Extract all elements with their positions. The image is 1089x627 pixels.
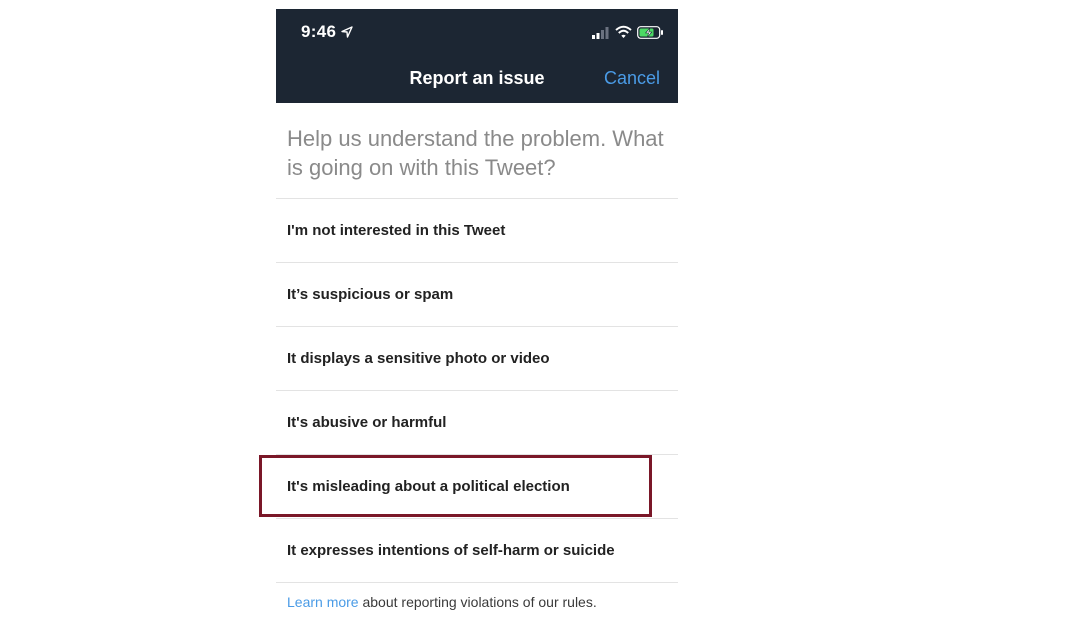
report-option-label: It’s suspicious or spam	[287, 286, 454, 303]
question-prompt: Help us understand the problem. What is …	[287, 126, 664, 180]
status-time: 9:46	[301, 22, 337, 41]
footer-text: about reporting violations of our rules.	[358, 594, 597, 610]
report-screen: 9:46 Report an issue Cancel Help us unde…	[276, 9, 678, 627]
report-option-spam[interactable]: It’s suspicious or spam	[276, 263, 678, 326]
highlight-box	[259, 455, 652, 517]
report-option-label: I'm not interested in this Tweet	[287, 222, 506, 239]
report-option-sensitive-media[interactable]: It displays a sensitive photo or video	[276, 327, 678, 390]
divider	[276, 582, 678, 583]
report-option-label: It expresses intentions of self-harm or …	[287, 542, 615, 559]
cancel-button[interactable]: Cancel	[604, 68, 660, 89]
footer-note: Learn more about reporting violations of…	[287, 594, 597, 610]
report-option-self-harm[interactable]: It expresses intentions of self-harm or …	[276, 519, 678, 582]
report-option-abusive[interactable]: It's abusive or harmful	[276, 391, 678, 454]
header-bar: 9:46 Report an issue Cancel	[276, 9, 678, 103]
report-option-label: It displays a sensitive photo or video	[287, 350, 550, 367]
report-option-not-interested[interactable]: I'm not interested in this Tweet	[276, 199, 678, 262]
location-arrow-icon	[341, 26, 353, 38]
learn-more-link[interactable]: Learn more	[287, 594, 359, 610]
cellular-signal-icon	[592, 27, 609, 39]
battery-charging-icon	[637, 26, 663, 39]
wifi-icon	[615, 25, 632, 38]
report-option-label: It's abusive or harmful	[287, 414, 447, 431]
